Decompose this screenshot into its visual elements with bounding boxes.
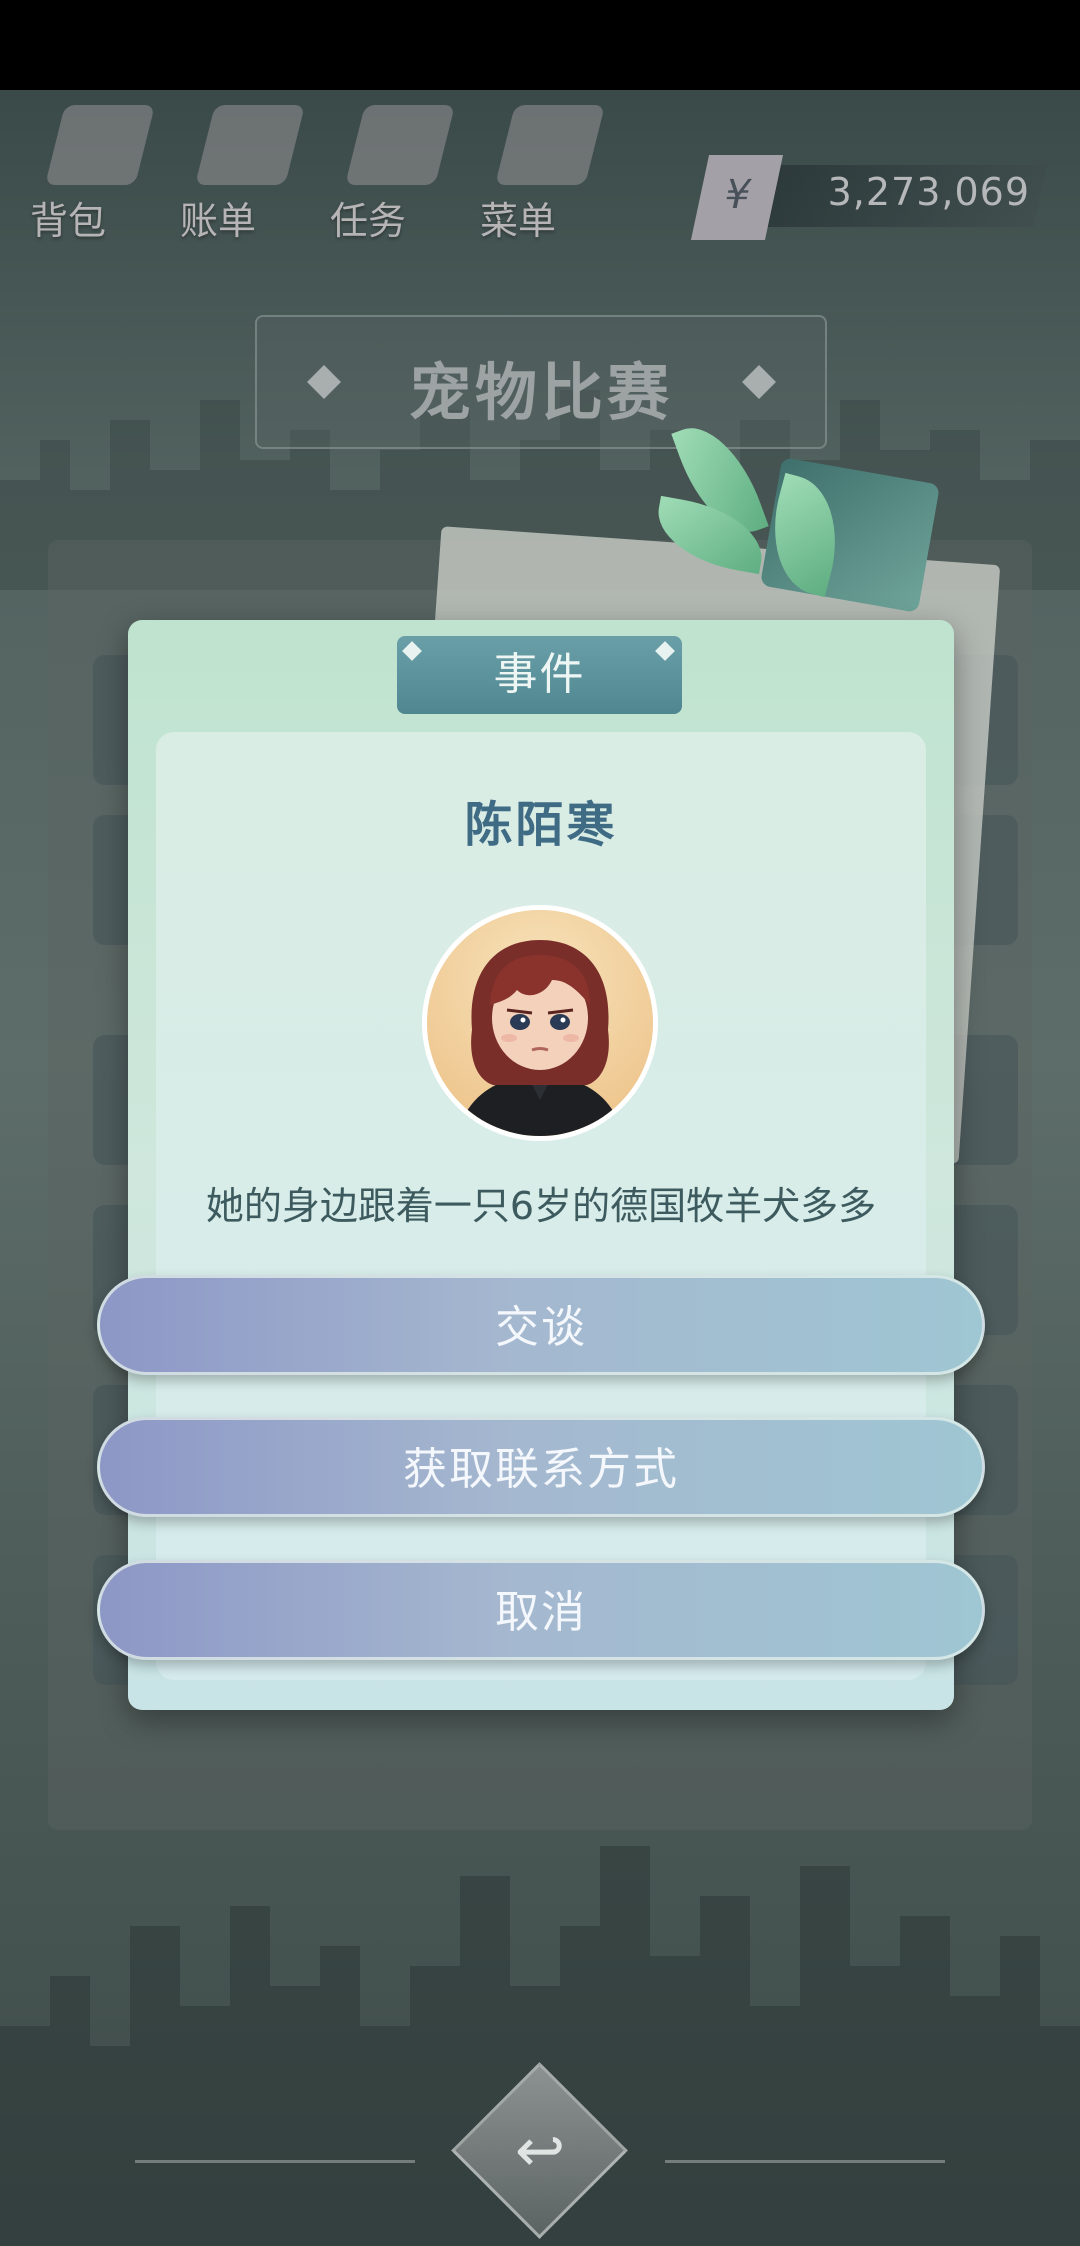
backpack-icon bbox=[45, 105, 155, 185]
toolbar-label: 账单 bbox=[180, 199, 257, 243]
toolbar-label: 菜单 bbox=[480, 199, 557, 243]
dialog-header: 事件 bbox=[397, 636, 682, 714]
page-title-box: 宠物比赛 bbox=[255, 315, 827, 449]
back-arrow-icon: ↩ bbox=[514, 2116, 566, 2186]
event-message: 她的身边跟着一只6岁的德国牧羊犬多多 bbox=[205, 1184, 877, 1228]
status-bar bbox=[0, 0, 1080, 90]
toolbar-item-bill[interactable]: 账单 bbox=[180, 95, 310, 245]
talk-button[interactable]: 交谈 bbox=[97, 1275, 985, 1375]
divider-right bbox=[665, 2160, 945, 2163]
cancel-button[interactable]: 取消 bbox=[97, 1560, 985, 1660]
toolbar-label: 任务 bbox=[330, 199, 407, 243]
get-contact-button[interactable]: 获取联系方式 bbox=[97, 1417, 985, 1517]
toolbar-label: 背包 bbox=[30, 199, 107, 243]
person-name: 陈陌寒 bbox=[464, 797, 618, 853]
task-icon bbox=[345, 105, 455, 185]
balance-value: 3,273,069 bbox=[827, 170, 1030, 214]
top-toolbar: 背包 账单 任务 菜单 ¥ 3,273,069 bbox=[0, 95, 1080, 245]
menu-icon bbox=[495, 105, 605, 185]
toolbar-item-task[interactable]: 任务 bbox=[330, 95, 460, 245]
event-dialog bbox=[128, 620, 954, 1710]
bill-icon bbox=[195, 105, 305, 185]
divider-left bbox=[135, 2160, 415, 2163]
money-balance: ¥ 3,273,069 bbox=[690, 155, 1047, 240]
page-title: 宠物比赛 bbox=[408, 356, 673, 429]
toolbar-item-menu[interactable]: 菜单 bbox=[480, 95, 610, 245]
yen-icon: ¥ bbox=[690, 155, 784, 240]
dialog-title: 事件 bbox=[493, 649, 586, 700]
avatar-girl-icon bbox=[422, 905, 658, 1141]
toolbar-item-backpack[interactable]: 背包 bbox=[30, 95, 160, 245]
